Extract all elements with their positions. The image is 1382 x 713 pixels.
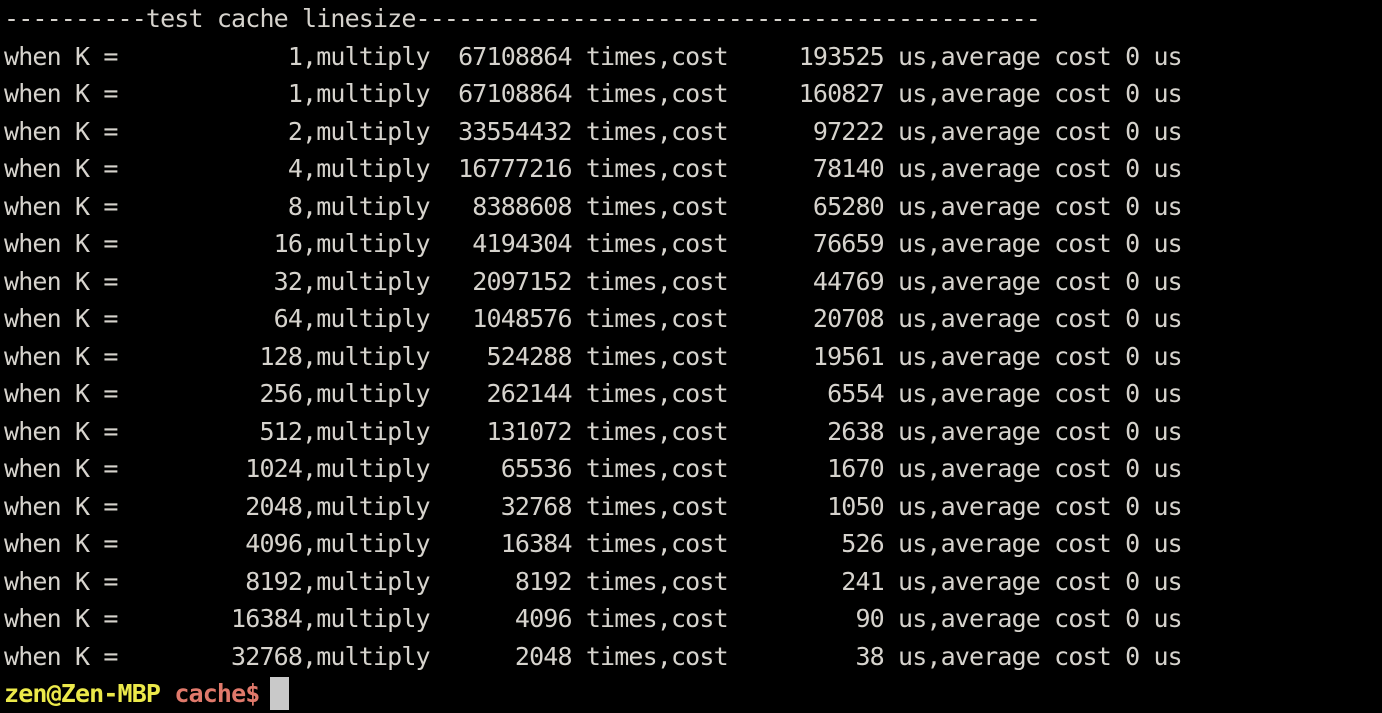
output-header-line: ----------test cache linesize-----------… — [4, 4, 1041, 33]
output-row: when K = 16384,multiply 4096 times,cost … — [4, 604, 1183, 633]
prompt-separator — [160, 675, 174, 713]
output-row: when K = 128,multiply 524288 times,cost … — [4, 341, 1183, 371]
output-row: when K = 16,multiply 4194304 times,cost … — [4, 229, 1183, 258]
output-row: when K = 4096,multiply 16384 times,cost … — [4, 529, 1183, 558]
output-row: when K = 256,multiply 262144 times,cost … — [4, 379, 1183, 408]
output-row: when K = 512,multiply 131072 times,cost … — [4, 416, 1183, 446]
output-row: when K = 2,multiply 33554432 times,cost … — [4, 116, 1183, 146]
output-row: when K = 1,multiply 67108864 times,cost … — [4, 79, 1183, 108]
prompt-directory: cache$ — [174, 679, 260, 708]
shell-prompt[interactable]: zen@Zen-MBP cache$ — [4, 675, 290, 713]
output-row: when K = 1024,multiply 65536 times,cost … — [4, 454, 1183, 483]
terminal-output: ----------test cache linesize-----------… — [4, 0, 1382, 675]
output-row: when K = 2048,multiply 32768 times,cost … — [4, 491, 1183, 521]
output-row: when K = 64,multiply 1048576 times,cost … — [4, 304, 1183, 333]
output-row: when K = 4,multiply 16777216 times,cost … — [4, 154, 1183, 183]
text-cursor[interactable] — [270, 677, 290, 711]
prompt-user-host: zen@Zen-MBP — [4, 679, 161, 708]
output-row: when K = 8,multiply 8388608 times,cost 6… — [4, 191, 1183, 221]
terminal-window[interactable]: ----------test cache linesize-----------… — [0, 0, 1382, 712]
output-row: when K = 32,multiply 2097152 times,cost … — [4, 266, 1183, 296]
output-row: when K = 1,multiply 67108864 times,cost … — [4, 41, 1183, 71]
output-row: when K = 32768,multiply 2048 times,cost … — [4, 641, 1183, 671]
output-row: when K = 8192,multiply 8192 times,cost 2… — [4, 566, 1183, 596]
